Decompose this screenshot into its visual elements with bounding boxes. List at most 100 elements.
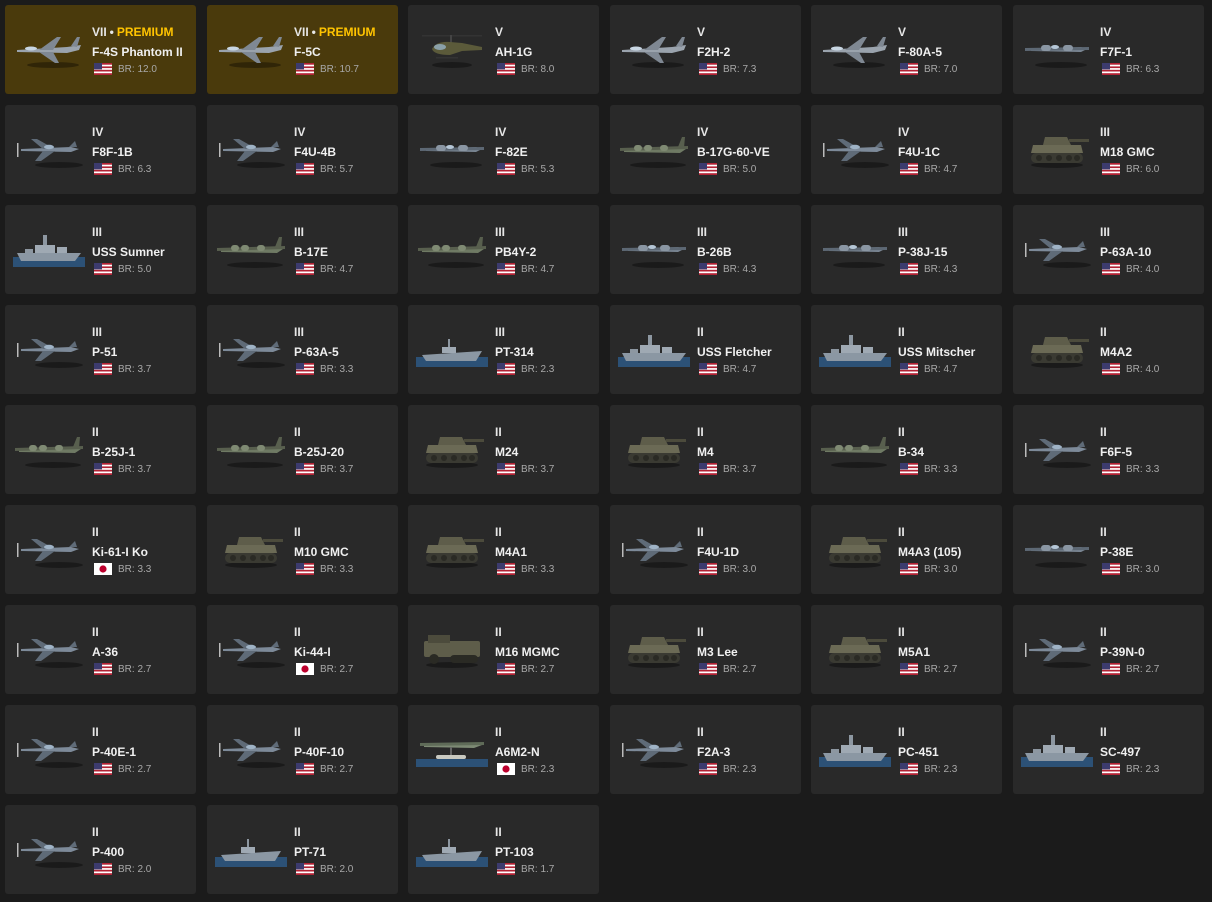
vehicle-rank: III xyxy=(294,225,305,239)
vehicle-card[interactable]: II M4 BR: 3.7 xyxy=(610,405,801,494)
battle-rating: BR: 2.3 xyxy=(924,764,958,775)
battle-rating: BR: 7.3 xyxy=(723,64,757,75)
vehicle-card[interactable]: IV B-17G-60-VE BR: 5.0 xyxy=(610,105,801,194)
vehicle-card[interactable]: II SC-497 BR: 2.3 xyxy=(1013,705,1204,794)
vehicle-card[interactable]: II F6F-5 BR: 3.3 xyxy=(1013,405,1204,494)
vehicle-card[interactable]: II PT-103 BR: 1.7 xyxy=(408,805,599,894)
vehicle-card[interactable]: II P-40E-1 BR: 2.7 xyxy=(5,705,196,794)
tank-thumbnail-icon xyxy=(618,423,690,473)
vehicle-card[interactable]: II B-25J-1 BR: 3.7 xyxy=(5,405,196,494)
vehicle-card[interactable]: II M24 BR: 3.7 xyxy=(408,405,599,494)
vehicle-name: F4U-1C xyxy=(898,145,941,159)
vehicle-card[interactable]: IV F4U-1C BR: 4.7 xyxy=(811,105,1002,194)
vehicle-name: A6M2-N xyxy=(495,745,540,759)
vehicle-name: P-38J-15 xyxy=(898,245,948,259)
vehicle-card[interactable]: II M16 MGMC BR: 2.7 xyxy=(408,605,599,694)
battle-rating: BR: 2.7 xyxy=(924,664,958,675)
vehicle-card[interactable]: III B-17E BR: 4.7 xyxy=(207,205,398,294)
vehicle-card[interactable]: III PT-314 BR: 2.3 xyxy=(408,305,599,394)
battle-rating: BR: 6.0 xyxy=(1126,164,1160,175)
battle-rating: BR: 4.7 xyxy=(320,264,354,275)
vehicle-name: F-80A-5 xyxy=(898,45,943,59)
vehicle-card[interactable]: II P-39N-0 BR: 2.7 xyxy=(1013,605,1204,694)
vehicle-name: F-4S Phantom II xyxy=(92,45,183,59)
battle-rating: BR: 3.7 xyxy=(118,364,152,375)
vehicle-card[interactable]: III P-63A-5 BR: 3.3 xyxy=(207,305,398,394)
vehicle-card[interactable]: IV F-82E BR: 5.3 xyxy=(408,105,599,194)
usa-flag-icon xyxy=(497,663,515,675)
vehicle-name: B-26B xyxy=(697,245,732,259)
vehicle-card[interactable]: II M4A1 BR: 3.3 xyxy=(408,505,599,594)
usa-flag-icon xyxy=(699,263,717,275)
vehicle-card[interactable]: II B-34 BR: 3.3 xyxy=(811,405,1002,494)
vehicle-card[interactable]: III M18 GMC BR: 6.0 xyxy=(1013,105,1204,194)
battle-rating: BR: 3.0 xyxy=(924,564,958,575)
vehicle-card[interactable]: II F2A-3 BR: 2.3 xyxy=(610,705,801,794)
usa-flag-icon xyxy=(900,363,918,375)
vehicle-card[interactable]: II M3 Lee BR: 2.7 xyxy=(610,605,801,694)
usa-flag-icon xyxy=(94,163,112,175)
vehicle-card[interactable]: II Ki-61-I Ko BR: 3.3 xyxy=(5,505,196,594)
vehicle-card[interactable]: II M4A3 (105) BR: 3.0 xyxy=(811,505,1002,594)
battle-rating: BR: 3.7 xyxy=(118,464,152,475)
bomber-thumbnail-icon xyxy=(215,223,287,273)
usa-flag-icon xyxy=(296,563,314,575)
vehicle-card[interactable]: II A6M2-N BR: 2.3 xyxy=(408,705,599,794)
vehicle-name: P-38E xyxy=(1100,545,1134,559)
vehicle-card[interactable]: II P-38E BR: 3.0 xyxy=(1013,505,1204,594)
tank-thumbnail-icon xyxy=(819,523,891,573)
battle-rating: BR: 4.7 xyxy=(521,264,555,275)
vehicle-card[interactable]: III P-51 BR: 3.7 xyxy=(5,305,196,394)
vehicle-card[interactable]: II B-25J-20 BR: 3.7 xyxy=(207,405,398,494)
vehicle-card[interactable]: II PT-71 BR: 2.0 xyxy=(207,805,398,894)
vehicle-card[interactable]: II P-40F-10 BR: 2.7 xyxy=(207,705,398,794)
vehicle-card[interactable]: V AH-1G BR: 8.0 xyxy=(408,5,599,94)
usa-flag-icon xyxy=(900,263,918,275)
vehicle-name: M16 MGMC xyxy=(495,645,560,659)
vehicle-card[interactable]: II M10 GMC BR: 3.3 xyxy=(207,505,398,594)
premium-label: PREMIUM xyxy=(318,25,376,39)
vehicle-name: PT-314 xyxy=(495,345,534,359)
vehicle-card[interactable]: II A-36 BR: 2.7 xyxy=(5,605,196,694)
vehicle-rank: III xyxy=(898,225,909,239)
vehicle-card[interactable]: IV F7F-1 BR: 6.3 xyxy=(1013,5,1204,94)
vehicle-rank: II xyxy=(294,425,301,439)
vehicle-card[interactable]: II M4A2 BR: 4.0 xyxy=(1013,305,1204,394)
vehicle-name: PB4Y-2 xyxy=(495,245,537,259)
vehicle-card[interactable]: IV F4U-4B BR: 5.7 xyxy=(207,105,398,194)
vehicle-rank: II xyxy=(1100,525,1107,539)
vehicle-card[interactable]: II USS Fletcher BR: 4.7 xyxy=(610,305,801,394)
vehicle-card[interactable]: III P-63A-10 BR: 4.0 xyxy=(1013,205,1204,294)
vehicle-card[interactable]: III PB4Y-2 BR: 4.7 xyxy=(408,205,599,294)
vehicle-card[interactable]: II P-400 BR: 2.0 xyxy=(5,805,196,894)
vehicle-card[interactable]: V F2H-2 BR: 7.3 xyxy=(610,5,801,94)
vehicle-name: M18 GMC xyxy=(1100,145,1155,159)
vehicle-name: USS Sumner xyxy=(92,245,165,259)
vehicle-card[interactable]: II USS Mitscher BR: 4.7 xyxy=(811,305,1002,394)
battle-rating: BR: 3.7 xyxy=(723,464,757,475)
vehicle-name: P-400 xyxy=(92,845,125,859)
twin-thumbnail-icon xyxy=(1021,523,1093,573)
usa-flag-icon xyxy=(1102,63,1120,75)
vehicle-name: F6F-5 xyxy=(1100,445,1133,459)
vehicle-name: B-34 xyxy=(898,445,925,459)
vehicle-card[interactable]: II M5A1 BR: 2.7 xyxy=(811,605,1002,694)
vehicle-name: B-25J-20 xyxy=(294,445,345,459)
vehicle-card[interactable]: III USS Sumner BR: 5.0 xyxy=(5,205,196,294)
vehicle-rank: V xyxy=(697,25,706,39)
vehicle-card[interactable]: V F-80A-5 BR: 7.0 xyxy=(811,5,1002,94)
vehicle-card[interactable]: VII • PREMIUM F-4S Phantom II BR: 12.0 xyxy=(5,5,196,94)
usa-flag-icon xyxy=(900,163,918,175)
vehicle-card[interactable]: II F4U-1D BR: 3.0 xyxy=(610,505,801,594)
vehicle-rank: II xyxy=(697,725,704,739)
vehicle-name: PC-451 xyxy=(898,745,939,759)
vehicle-card[interactable]: II Ki-44-I BR: 2.7 xyxy=(207,605,398,694)
vehicle-card[interactable]: VII • PREMIUM F-5C BR: 10.7 xyxy=(207,5,398,94)
usa-flag-icon xyxy=(296,763,314,775)
vehicle-card[interactable]: III P-38J-15 BR: 4.3 xyxy=(811,205,1002,294)
battle-rating: BR: 3.3 xyxy=(118,564,152,575)
vehicle-card[interactable]: II PC-451 BR: 2.3 xyxy=(811,705,1002,794)
boat-thumbnail-icon xyxy=(416,323,488,373)
vehicle-card[interactable]: IV F8F-1B BR: 6.3 xyxy=(5,105,196,194)
vehicle-card[interactable]: III B-26B BR: 4.3 xyxy=(610,205,801,294)
